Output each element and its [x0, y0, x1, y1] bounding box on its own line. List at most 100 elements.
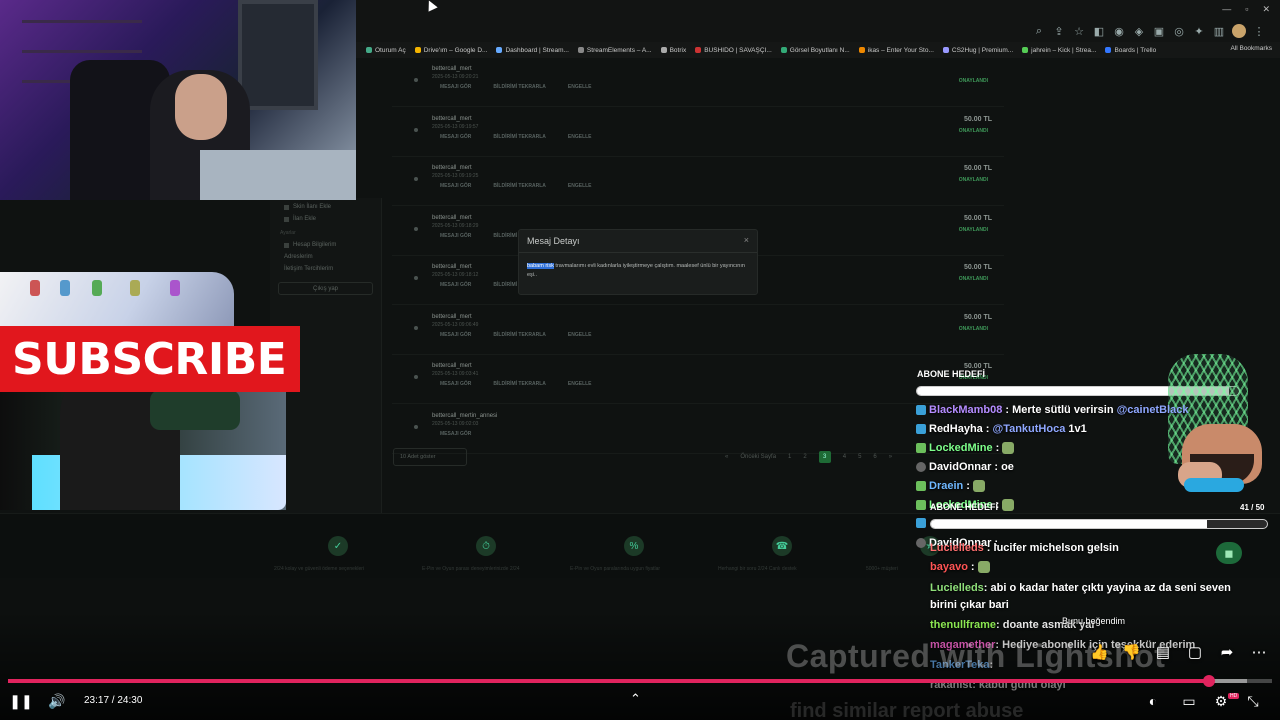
more-icon[interactable]: ⋯: [1250, 643, 1268, 661]
table-row: bettercall_mert 2025-05-13 09:20:21 MESAJI…: [392, 58, 1004, 107]
bookmark-item[interactable]: Drive'ım – Google D...: [414, 47, 487, 54]
bookmark-item[interactable]: Botrix: [660, 47, 686, 54]
bookmark-item[interactable]: CS2Hug | Premium...: [942, 47, 1013, 54]
chevron-up-icon[interactable]: ⌃: [630, 691, 641, 707]
row-action-button[interactable]: MESAJI GÖR: [440, 431, 471, 437]
pause-icon[interactable]: ❚❚: [9, 691, 32, 711]
row-status-badge: ONAYLANDI: [958, 127, 988, 134]
figurine: [60, 280, 70, 296]
sidebar-item-account[interactable]: Hesap Bilgilerim: [284, 242, 381, 248]
shelf: [22, 50, 142, 53]
bookmark-label: BUSHIDO | SAVAŞÇI...: [704, 46, 772, 54]
row-action-button[interactable]: BİLDİRİMİ TEKRARLA: [493, 332, 546, 338]
minimize-icon[interactable]: —: [1222, 4, 1231, 15]
extension-icon[interactable]: ◎: [1172, 24, 1186, 38]
search-icon[interactable]: ⌕: [1032, 24, 1046, 38]
pagination-item[interactable]: 4: [843, 454, 846, 460]
close-icon[interactable]: ✕: [1262, 4, 1270, 15]
sidebar-item-ilan[interactable]: İlan Ekle: [284, 216, 381, 222]
row-action-button[interactable]: ENGELLE: [568, 134, 592, 140]
autoplay-toggle-icon[interactable]: ◐: [1142, 691, 1164, 711]
row-date: 2025-05-13 09:18:29: [432, 222, 479, 229]
menu-icon[interactable]: ⋮: [1252, 24, 1266, 38]
extension-icon[interactable]: ▣: [1152, 24, 1166, 38]
page-size-select[interactable]: 10 Adet göster: [393, 448, 467, 466]
comments-icon[interactable]: ▤: [1154, 643, 1172, 661]
row-action-button[interactable]: BİLDİRİMİ TEKRARLA: [493, 134, 546, 140]
row-action-button[interactable]: BİLDİRİMİ TEKRARLA: [493, 84, 546, 90]
row-action-button[interactable]: MESAJI GÖR: [440, 332, 471, 338]
star-icon[interactable]: ☆: [1072, 24, 1086, 38]
like-icon[interactable]: 👍: [1090, 643, 1109, 661]
maximize-icon[interactable]: ▫: [1245, 4, 1248, 15]
hd-badge: HD: [1228, 693, 1240, 699]
row-status-badge: ONAYLANDI: [958, 78, 988, 84]
chat-badge-icon: [916, 405, 926, 415]
chat-icon: ◼: [1216, 542, 1242, 564]
bookmark-item[interactable]: ikas – Enter Your Sto...: [858, 47, 934, 54]
bookmark-icon: [1105, 47, 1112, 53]
sidebar-icon[interactable]: ▥: [1212, 24, 1226, 38]
modal-divider: [519, 252, 757, 253]
pagination-item[interactable]: 1: [788, 454, 791, 460]
row-action-button[interactable]: MESAJI GÖR: [440, 84, 471, 90]
bookmark-item[interactable]: jahrein – Kick | Strea...: [1022, 47, 1096, 54]
avatar-accessory: [1184, 478, 1244, 492]
extension-icon[interactable]: ◈: [1132, 24, 1146, 38]
pagination-item[interactable]: »: [889, 454, 892, 460]
share-icon[interactable]: ⇪: [1052, 24, 1066, 38]
pagination-item[interactable]: «: [725, 454, 728, 460]
row-action-button[interactable]: BİLDİRİMİ TEKRARLA: [493, 381, 546, 387]
feature-text: E-Pin ve Oyun paralarında uygun fiyatlar: [570, 566, 661, 572]
row-action-button[interactable]: MESAJI GÖR: [440, 282, 471, 288]
exit-fullscreen-icon[interactable]: ⤡: [1242, 691, 1264, 711]
logout-button[interactable]: Çıkış yap: [278, 282, 373, 295]
emote-icon: [1002, 442, 1015, 454]
chat-text: 1v1: [1068, 423, 1087, 435]
row-action-button[interactable]: ENGELLE: [568, 183, 592, 189]
table-row: bettercall_mert 2025-05-13 09:19:57 MESAJI…: [392, 108, 1004, 157]
share-icon[interactable]: ➦: [1218, 643, 1236, 661]
row-action-button[interactable]: BİLDİRİMİ TEKRARLA: [493, 183, 546, 189]
live-chat-icon[interactable]: ▢: [1186, 643, 1204, 661]
row-action-button[interactable]: ENGELLE: [568, 84, 592, 90]
chat-text: :: [970, 561, 975, 573]
row-action-button[interactable]: MESAJI GÖR: [440, 183, 471, 189]
bookmark-icon: [366, 47, 372, 53]
chat-username: LockedMine: [929, 442, 993, 454]
row-action-button[interactable]: ENGELLE: [568, 381, 592, 387]
bookmark-item[interactable]: Boards | Trello: [1105, 47, 1156, 54]
bookmark-item[interactable]: BUSHIDO | SAVAŞÇI...: [695, 47, 772, 54]
bookmark-item[interactable]: StreamElements – A...: [577, 47, 652, 54]
volume-icon[interactable]: 🔊: [46, 691, 68, 711]
row-action-button[interactable]: MESAJI GÖR: [440, 381, 471, 387]
extension-icon[interactable]: ◉: [1112, 24, 1126, 38]
row-action-button[interactable]: MESAJI GÖR: [440, 233, 471, 239]
row-actions: MESAJI GÖR BİLDİRİMİ TEKRARLA ENGELLE: [440, 84, 592, 90]
pagination-item[interactable]: 2: [803, 454, 806, 460]
bookmark-item[interactable]: Dashboard | Stream...: [496, 47, 569, 54]
pagination-item[interactable]: Önceki Sayfa: [740, 454, 776, 460]
sidebar-item-skin[interactable]: Skin İlanı Ekle: [284, 204, 381, 210]
close-icon[interactable]: ×: [744, 235, 749, 245]
captions-icon[interactable]: ▭: [1178, 691, 1200, 711]
extension-icon[interactable]: ◧: [1092, 24, 1106, 38]
bookmark-item[interactable]: Görsel Boyutlanı N...: [780, 47, 850, 54]
bookmark-icon: [1022, 47, 1029, 53]
row-action-button[interactable]: ENGELLE: [568, 332, 592, 338]
puzzle-icon[interactable]: ✦: [1192, 24, 1206, 38]
sidebar-item-addresses[interactable]: Adreslerim: [284, 254, 381, 260]
bookmark-icon: [496, 47, 503, 53]
sidebar-item-contact[interactable]: İletişim Tercihlerim: [284, 266, 381, 272]
dislike-icon[interactable]: 👎: [1122, 643, 1141, 661]
pagination-item[interactable]: 6: [873, 454, 876, 460]
all-bookmarks-button[interactable]: All Bookmarks: [1230, 45, 1272, 52]
row-action-button[interactable]: MESAJI GÖR: [440, 134, 471, 140]
row-amount: 50.00 TL: [963, 165, 992, 172]
progress-bar[interactable]: [8, 675, 1272, 687]
pagination-item[interactable]: 3: [818, 451, 831, 463]
bookmark-item[interactable]: Oturum Aç: [366, 47, 406, 54]
profile-avatar[interactable]: [1232, 24, 1246, 38]
video-frame[interactable]: Skin İlanı Ekle İlan Ekle Ayarlar Hesap …: [0, 0, 1280, 720]
pagination-item[interactable]: 5: [858, 454, 861, 460]
